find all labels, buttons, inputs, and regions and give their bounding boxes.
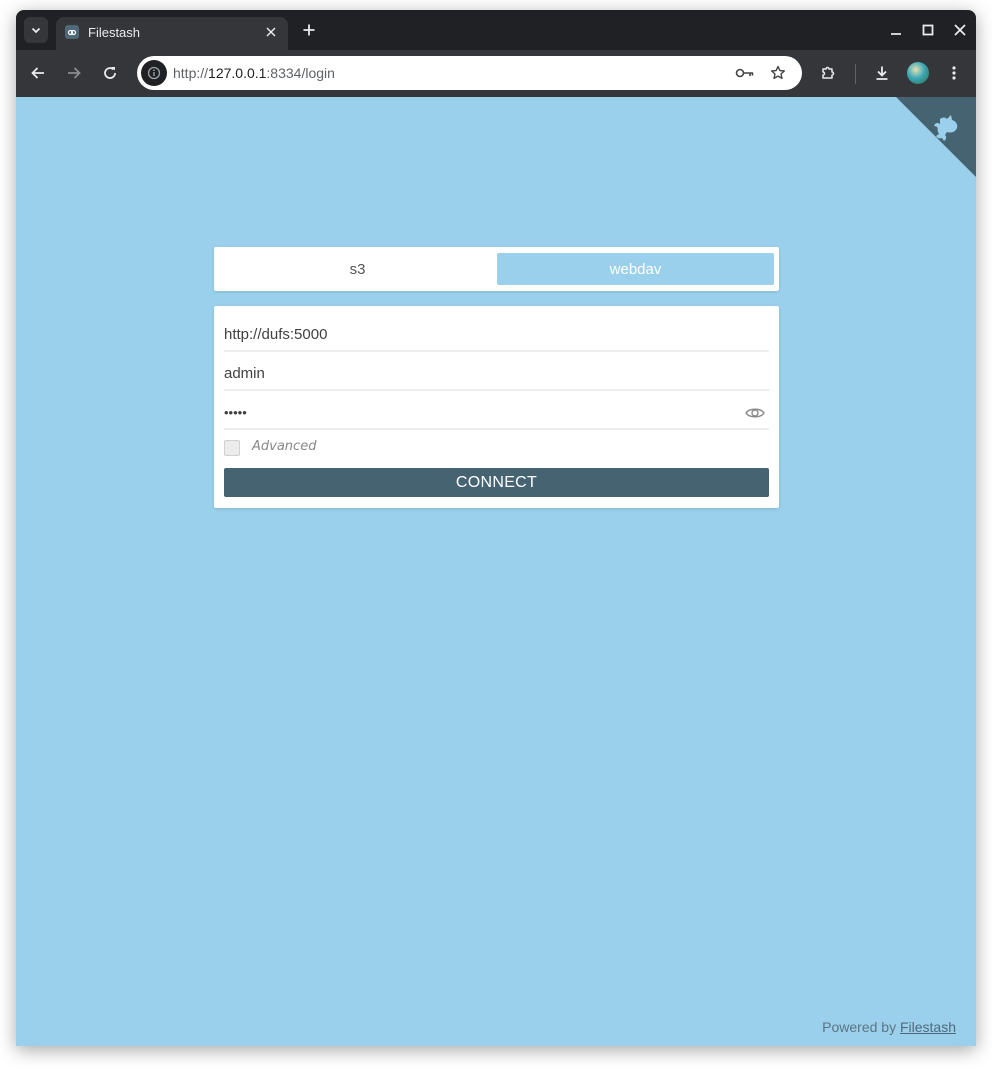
tab-webdav[interactable]: webdav	[497, 253, 774, 285]
forward-arrow-icon[interactable]	[62, 61, 86, 85]
tab-strip: Filestash	[16, 10, 976, 50]
advanced-checkbox[interactable]	[224, 440, 240, 456]
backend-selector: s3 webdav	[214, 247, 779, 291]
browser-toolbar: http://127.0.0.1:8334/login	[16, 50, 976, 97]
reload-icon[interactable]	[98, 61, 122, 85]
tab-s3[interactable]: s3	[219, 253, 496, 285]
close-icon[interactable]	[262, 23, 280, 41]
url-path: :8334/login	[266, 65, 335, 81]
github-corner-icon[interactable]	[896, 97, 976, 177]
site-info-icon[interactable]	[141, 60, 167, 86]
powered-by-text: Powered by	[822, 1019, 897, 1035]
address-bar[interactable]: http://127.0.0.1:8334/login	[137, 56, 802, 90]
username-field[interactable]	[224, 357, 769, 391]
profile-avatar[interactable]	[907, 62, 929, 84]
minimize-icon[interactable]	[885, 19, 907, 41]
login-form: Advanced CONNECT	[214, 306, 779, 508]
star-icon[interactable]	[768, 63, 788, 83]
password-key-icon[interactable]	[735, 63, 755, 83]
download-icon[interactable]	[870, 61, 894, 85]
back-arrow-icon[interactable]	[26, 61, 50, 85]
plus-icon[interactable]	[298, 19, 320, 41]
extensions-icon[interactable]	[816, 61, 840, 85]
toolbar-separator	[855, 64, 856, 84]
window-close-icon[interactable]	[949, 19, 971, 41]
filestash-favicon-icon	[65, 25, 79, 39]
advanced-label: Advanced	[252, 439, 317, 454]
browser-window: Filestash http://127.0.0.1:8334/login s3…	[16, 10, 976, 1046]
maximize-icon[interactable]	[917, 19, 939, 41]
tab-title: Filestash	[88, 25, 141, 40]
powered-by: Powered by Filestash	[822, 1019, 956, 1035]
browser-tab[interactable]: Filestash	[56, 17, 288, 50]
login-page: s3 webdav Advanced CONNECT Powered by Fi…	[16, 97, 976, 1046]
url-scheme: http://	[173, 65, 209, 81]
url-host: 127.0.0.1	[208, 65, 267, 81]
url-field[interactable]	[224, 318, 769, 352]
connect-button[interactable]: CONNECT	[224, 468, 769, 497]
password-field[interactable]	[224, 396, 769, 430]
eye-icon[interactable]	[745, 403, 765, 423]
tab-search-icon[interactable]	[24, 17, 48, 43]
filestash-link[interactable]: Filestash	[900, 1019, 956, 1035]
url-text[interactable]: http://127.0.0.1:8334/login	[173, 65, 335, 81]
kebab-menu-icon[interactable]	[942, 61, 966, 85]
